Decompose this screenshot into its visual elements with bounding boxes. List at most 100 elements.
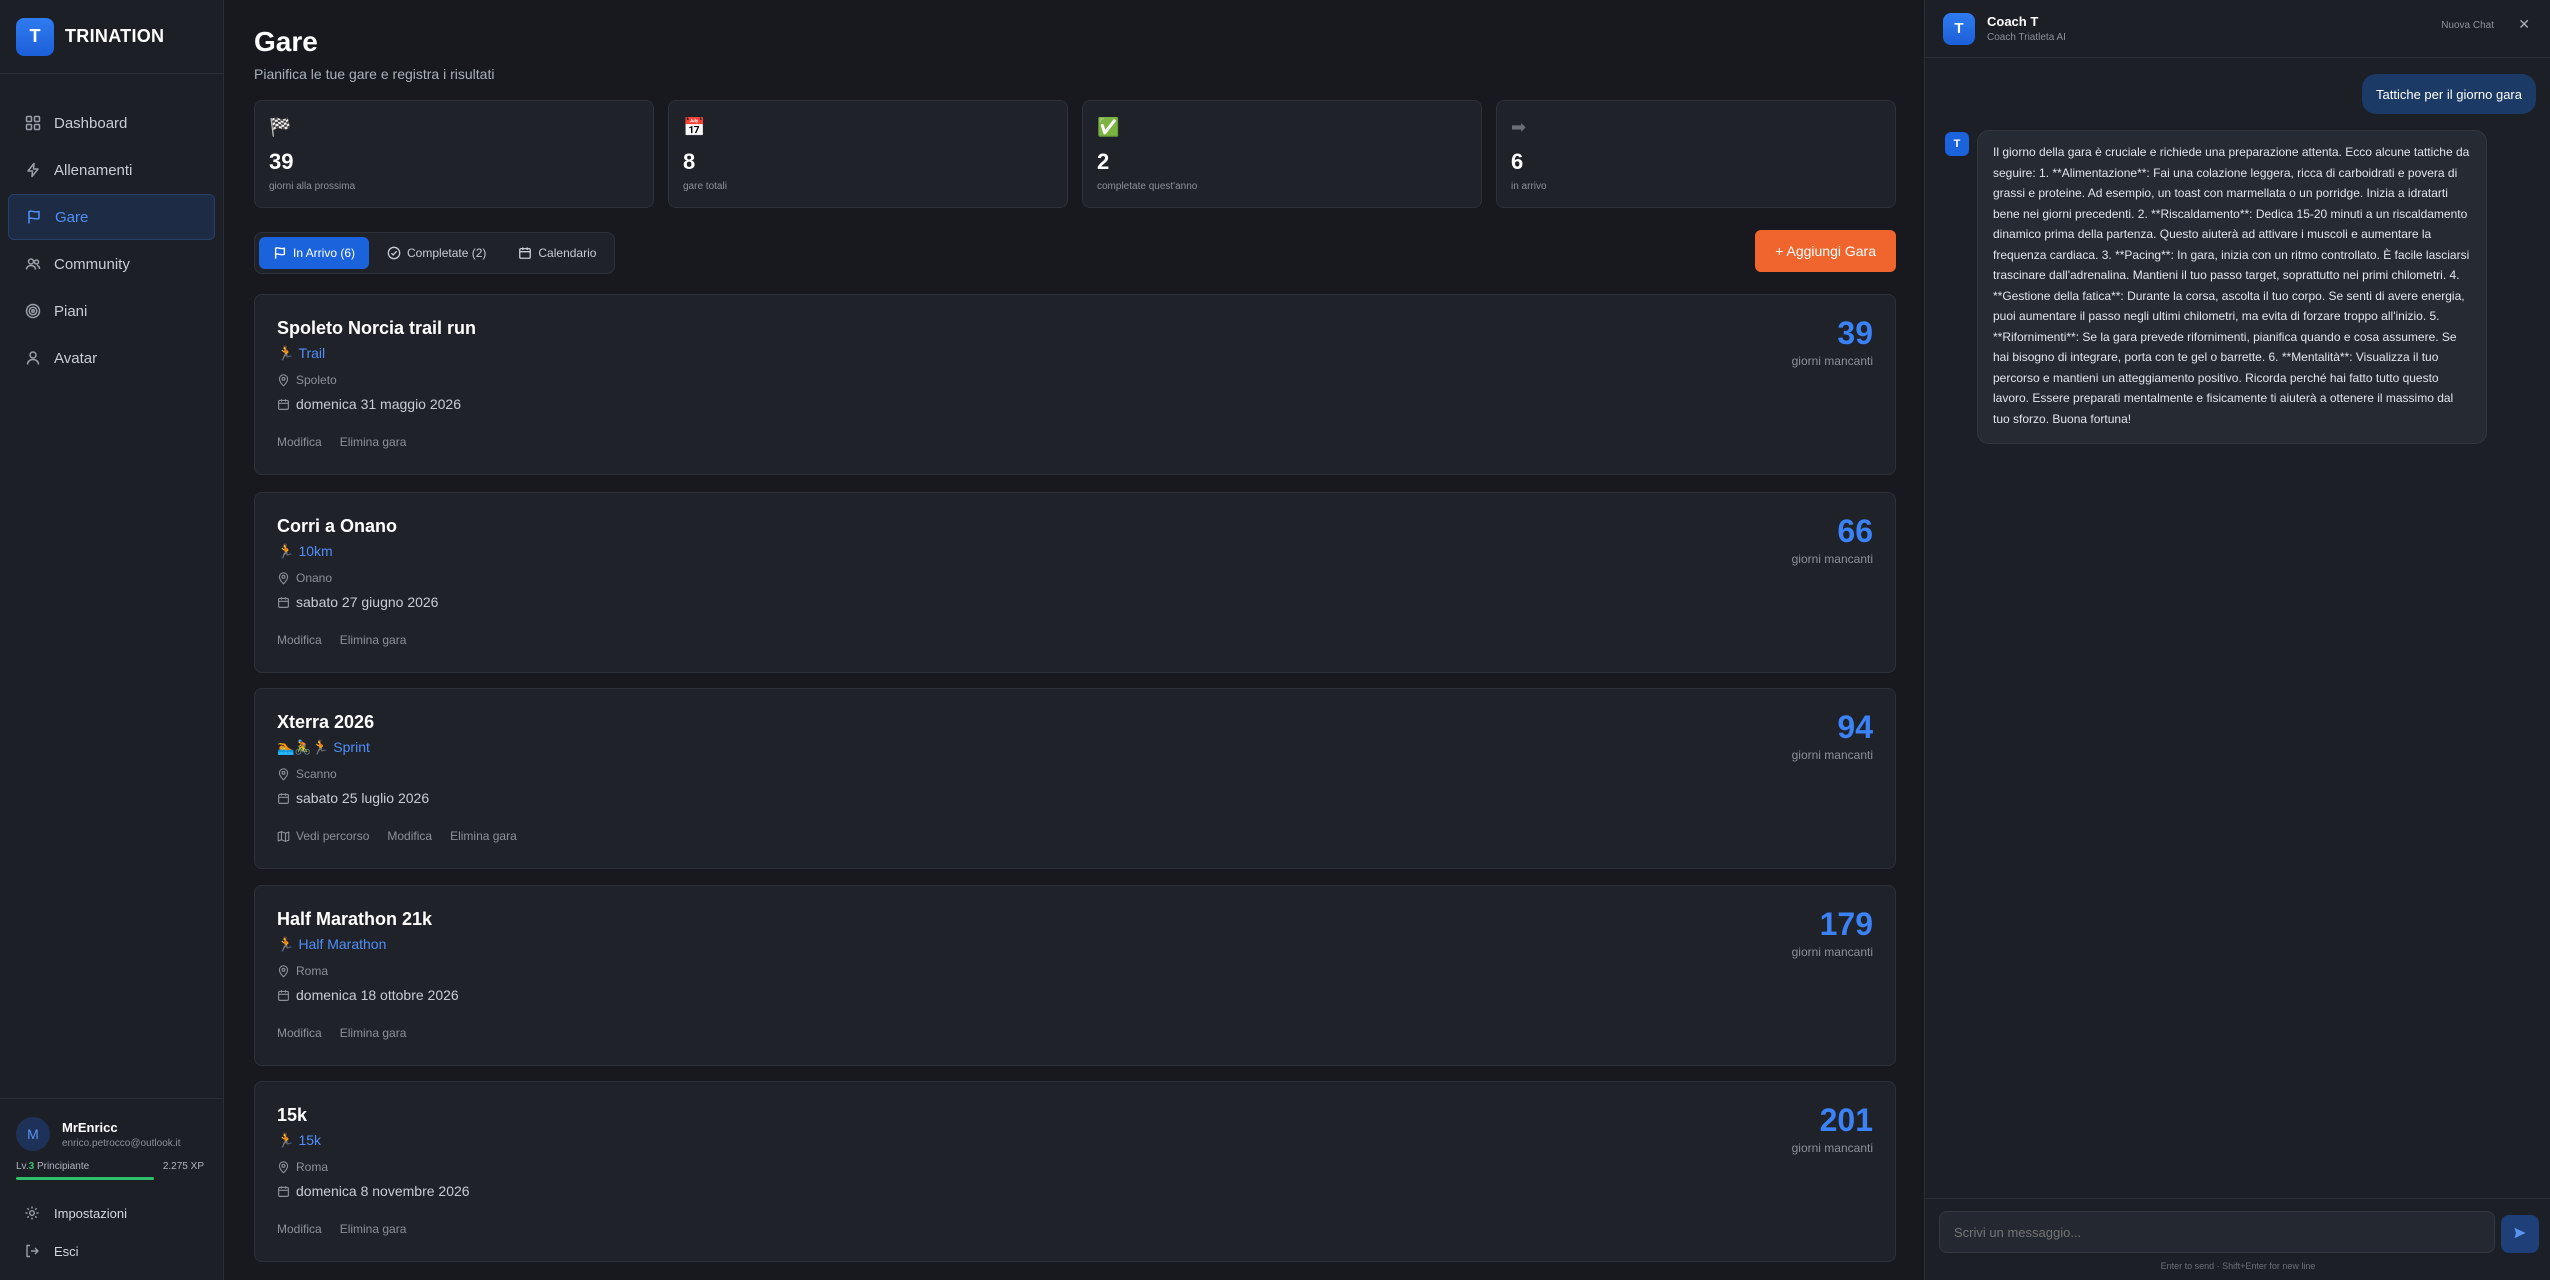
delete-race-link[interactable]: Elimina gara <box>340 435 407 449</box>
race-card[interactable]: Xterra 2026 🏊🚴🏃 Sprint Scanno sabato 25 l… <box>254 688 1896 869</box>
race-card[interactable]: Corri a Onano 🏃 10km Onano sabato 27 giug… <box>254 492 1896 673</box>
days-remaining-label: giorni mancanti <box>1791 748 1873 762</box>
tab-calendar[interactable]: Calendario <box>504 237 610 269</box>
race-category-label: 15k <box>298 1132 322 1148</box>
edit-race-link[interactable]: Modifica <box>277 1222 322 1236</box>
race-date-label: domenica 8 novembre 2026 <box>296 1183 470 1199</box>
check-circle-icon <box>387 246 401 260</box>
sidebar-item-label: Gare <box>55 208 89 226</box>
stat-value: 2 <box>1097 149 1110 174</box>
stat-card-total: 📅 8 gare totali <box>668 100 1068 208</box>
race-card[interactable]: 15k 🏃 15k Roma domenica 8 novembre 2026 M… <box>254 1081 1896 1262</box>
logout-link[interactable]: Esci <box>0 1232 224 1270</box>
chat-composer: Enter to send · Shift+Enter for new line <box>1925 1198 2550 1280</box>
logout-icon <box>24 1243 40 1259</box>
new-chat-button[interactable]: Nuova Chat <box>2441 20 2494 31</box>
level-number: 3 <box>28 1161 35 1172</box>
settings-link[interactable]: Impostazioni <box>0 1194 224 1232</box>
map-pin-icon <box>277 571 290 585</box>
close-icon[interactable]: ✕ <box>2518 16 2530 33</box>
map-icon <box>277 830 290 843</box>
race-location-label: Spoleto <box>296 373 337 387</box>
sidebar-item-allenamenti[interactable]: Allenamenti <box>8 147 215 193</box>
days-remaining: 39 <box>1837 315 1873 351</box>
calendar-icon <box>277 792 290 805</box>
race-card[interactable]: Half Marathon 21k 🏃 Half Marathon Roma do… <box>254 885 1896 1066</box>
user-message: Tattiche per il giorno gara <box>2362 74 2536 114</box>
tab-upcoming[interactable]: In Arrivo (6) <box>259 237 370 269</box>
calendar-icon <box>277 398 290 411</box>
bolt-icon <box>24 161 42 179</box>
race-date: domenica 8 novembre 2026 <box>277 1183 470 1199</box>
calendar-icon <box>518 246 532 260</box>
race-location: Onano <box>277 571 332 585</box>
sidebar-item-label: Piani <box>54 302 88 320</box>
sidebar-item-piani[interactable]: Piani <box>8 288 215 334</box>
view-route-link[interactable]: Vedi percorso <box>277 829 369 843</box>
edit-race-link[interactable]: Modifica <box>387 829 432 843</box>
delete-race-link[interactable]: Elimina gara <box>340 1222 407 1236</box>
race-name: Spoleto Norcia trail run <box>277 318 477 338</box>
user-profile[interactable]: M MrEnricc enrico.petrocco@outlook.it <box>0 1099 224 1157</box>
tab-label: Calendario <box>538 246 597 260</box>
xp-value: 2.275 XP <box>162 1161 204 1172</box>
sidebar-item-community[interactable]: Community <box>8 241 215 287</box>
race-actions: Modifica Elimina gara <box>277 435 406 449</box>
sidebar-item-gare[interactable]: Gare <box>8 194 215 240</box>
days-remaining: 201 <box>1819 1102 1873 1138</box>
race-category: 🏃 10km <box>277 543 333 560</box>
map-pin-icon <box>277 767 290 781</box>
sidebar-item-label: Community <box>54 255 130 273</box>
delete-race-link[interactable]: Elimina gara <box>340 633 407 647</box>
race-location-label: Roma <box>296 964 329 978</box>
stat-card-completed: ✅ 2 completate quest'anno <box>1082 100 1482 208</box>
stat-value: 39 <box>269 149 294 174</box>
race-date: domenica 31 maggio 2026 <box>277 396 461 412</box>
race-date: domenica 18 ottobre 2026 <box>277 987 459 1003</box>
settings-label: Impostazioni <box>54 1205 127 1221</box>
users-icon <box>24 255 42 273</box>
map-pin-icon <box>277 964 290 978</box>
sidebar-item-dashboard[interactable]: Dashboard <box>8 100 215 146</box>
edit-race-link[interactable]: Modifica <box>277 435 322 449</box>
days-remaining: 66 <box>1837 513 1873 549</box>
race-card[interactable]: Spoleto Norcia trail run 🏃 Trail Spoleto … <box>254 294 1896 475</box>
brand-logo: T <box>16 17 54 56</box>
race-countdown: 39 giorni mancanti <box>1792 315 1873 368</box>
race-date-label: domenica 31 maggio 2026 <box>296 396 462 412</box>
level-prefix: Lv. <box>16 1161 29 1172</box>
xp-progress-bar <box>16 1177 154 1180</box>
edit-race-link[interactable]: Modifica <box>277 1026 322 1040</box>
brand[interactable]: T TRINATION <box>0 0 223 74</box>
tab-completed[interactable]: Completate (2) <box>373 237 500 269</box>
send-icon <box>2513 1226 2527 1243</box>
race-actions: Modifica Elimina gara <box>277 1026 406 1040</box>
brand-name: TRINATION <box>65 26 165 46</box>
send-button[interactable] <box>2501 1215 2539 1253</box>
race-name: Xterra 2026 <box>277 712 375 732</box>
chat-message-input[interactable] <box>1939 1211 2495 1253</box>
coach-subtitle: Coach Triatleta AI <box>1987 32 2066 43</box>
map-pin-icon <box>277 1160 290 1174</box>
sidebar-item-avatar[interactable]: Avatar <box>8 335 215 381</box>
stat-card-next: 🏁 39 giorni alla prossima <box>254 100 654 208</box>
gear-icon <box>24 1205 40 1221</box>
race-date-label: sabato 25 luglio 2026 <box>296 790 430 806</box>
race-name: Corri a Onano <box>277 516 398 536</box>
race-category: 🏃 Half Marathon <box>277 936 386 953</box>
race-location: Spoleto <box>277 373 337 387</box>
coach-name: Coach T <box>1987 14 2039 29</box>
sidebar-item-label: Avatar <box>54 349 98 367</box>
swim-bike-run-icon: 🏊🚴🏃 <box>277 739 330 755</box>
race-location: Roma <box>277 1160 328 1174</box>
tab-label: Completate (2) <box>407 246 487 260</box>
days-remaining: 94 <box>1837 709 1873 745</box>
race-date: sabato 27 giugno 2026 <box>277 594 438 610</box>
flag-icon <box>273 246 287 260</box>
delete-race-link[interactable]: Elimina gara <box>450 829 517 843</box>
add-race-button[interactable]: + Aggiungi Gara <box>1755 230 1896 272</box>
view-route-label: Vedi percorso <box>296 829 370 843</box>
delete-race-link[interactable]: Elimina gara <box>340 1026 407 1040</box>
page-subtitle: Pianifica le tue gare e registra i risul… <box>254 66 495 82</box>
edit-race-link[interactable]: Modifica <box>277 633 322 647</box>
